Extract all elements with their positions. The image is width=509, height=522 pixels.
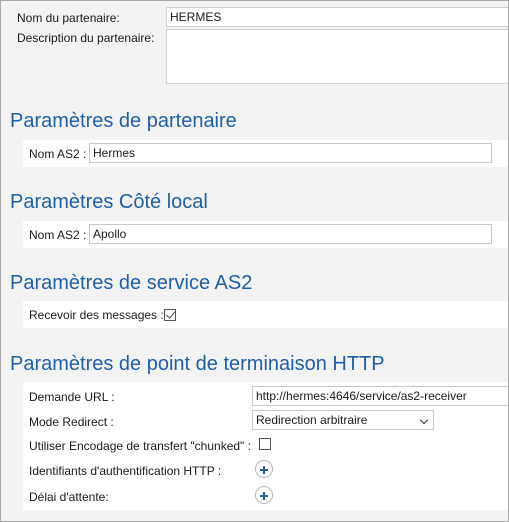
redirect-mode-select[interactable]: Redirection arbitraire [252,410,434,430]
request-url-label: Demande URL : [29,390,115,404]
redirect-mode-label: Mode Redirect : [29,415,114,429]
local-as2-name-label: Nom AS2 : [29,228,87,242]
partner-description-label: Description du partenaire: [17,31,155,45]
local-params-heading: Paramètres Côté local [10,191,208,213]
partner-as2-name-label: Nom AS2 : [29,147,87,161]
timeout-label: Délai d'attente: [29,490,109,504]
add-http-auth-button[interactable] [255,460,273,478]
local-as2-name-input[interactable]: Apollo [89,224,492,244]
chunked-encoding-label: Utiliser Encodage de transfert "chunked"… [29,439,251,453]
partner-params-heading: Paramètres de partenaire [10,110,237,132]
http-auth-label: Identifiants d'authentification HTTP : [29,464,222,478]
http-endpoint-heading: Paramètres de point de terminaison HTTP [10,353,385,375]
chunked-encoding-checkbox[interactable] [259,438,271,450]
partner-settings-window: Nom du partenaire: HERMES Description du… [0,0,509,522]
partner-params-panel: Nom AS2 : Hermes [23,140,508,167]
receive-messages-checkbox[interactable] [164,309,176,321]
http-endpoint-panel: Demande URL : http://hermes:4646/service… [23,382,508,510]
partner-description-input[interactable] [166,29,508,84]
receive-messages-label: Recevoir des messages : [29,308,164,322]
local-params-panel: Nom AS2 : Apollo [23,221,508,248]
partner-name-label: Nom du partenaire: [17,11,120,25]
partner-as2-name-input[interactable]: Hermes [89,143,492,163]
redirect-mode-value: Redirection arbitraire [256,413,368,427]
request-url-input[interactable]: http://hermes:4646/service/as2-receiver [252,386,508,406]
as2-service-heading: Paramètres de service AS2 [10,272,253,294]
partner-name-input[interactable]: HERMES [166,7,508,27]
add-timeout-button[interactable] [255,486,273,504]
chevron-down-icon [419,415,429,425]
as2-service-panel: Recevoir des messages : [23,301,508,328]
